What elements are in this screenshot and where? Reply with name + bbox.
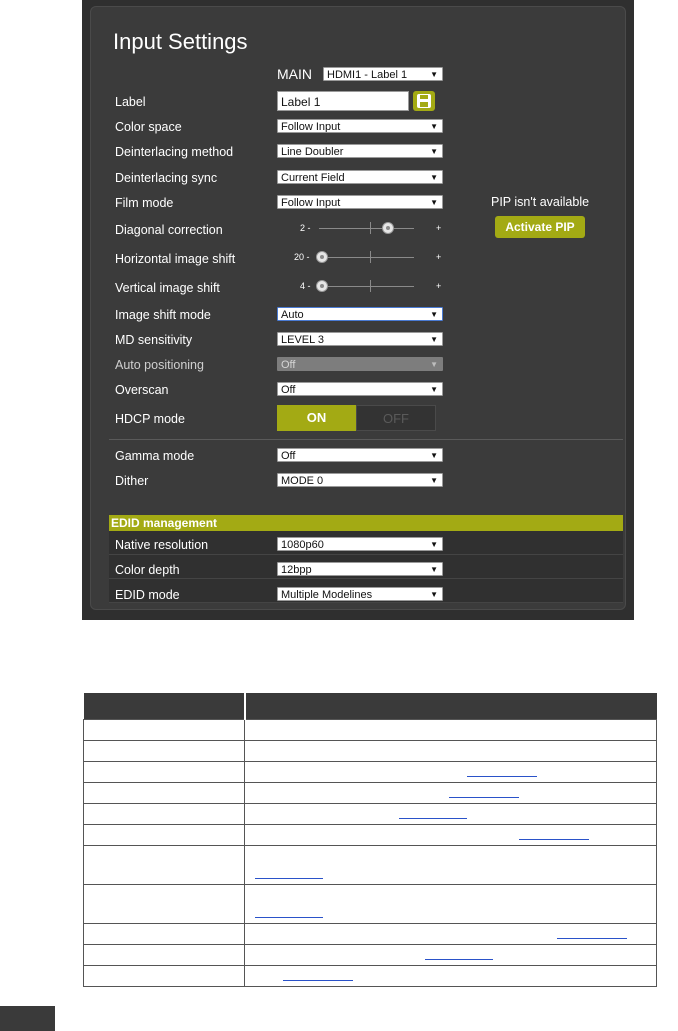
edid-management-header: EDID management	[109, 515, 623, 531]
chevron-down-icon: ▼	[430, 310, 438, 319]
table-row	[83, 761, 657, 783]
hdcp-off-toggle[interactable]: OFF	[356, 405, 436, 431]
label-input[interactable]: Label 1	[277, 91, 409, 111]
chevron-down-icon: ▼	[430, 335, 438, 344]
overscan-select[interactable]: Off ▼	[277, 382, 443, 396]
native-resolution-label: Native resolution	[115, 538, 209, 552]
vertical-image-shift-label: Vertical image shift	[115, 281, 220, 295]
chevron-down-icon: ▼	[430, 476, 438, 485]
section-link[interactable]	[399, 818, 467, 819]
horizontal-image-shift-track[interactable]	[319, 257, 414, 258]
chevron-down-icon: ▼	[430, 173, 438, 182]
table-header-cell	[244, 693, 657, 720]
image-shift-mode-select[interactable]: Auto ▼	[277, 307, 443, 321]
table-row	[83, 845, 657, 885]
section-link[interactable]	[449, 797, 519, 798]
table-header-row	[83, 693, 657, 720]
label-label: Label	[115, 95, 146, 109]
auto-positioning-select: Off ▼	[277, 357, 443, 371]
diagonal-correction-label: Diagonal correction	[115, 223, 223, 237]
chevron-down-icon: ▼	[430, 70, 438, 79]
film-mode-label: Film mode	[115, 196, 174, 210]
deinterlacing-sync-label: Deinterlacing sync	[115, 171, 218, 185]
deinterlacing-method-select[interactable]: Line Doubler ▼	[277, 144, 443, 158]
main-input-select[interactable]: HDMI1 - Label 1 ▼	[323, 67, 443, 81]
edid-mode-select[interactable]: Multiple Modelines ▼	[277, 587, 443, 601]
native-resolution-select[interactable]: 1080p60 ▼	[277, 537, 443, 551]
deinterlacing-method-label: Deinterlacing method	[115, 145, 234, 159]
color-depth-label: Color depth	[115, 563, 180, 577]
slider-plus-label: +	[436, 252, 442, 262]
section-link[interactable]	[425, 959, 493, 960]
slider-center-tick	[370, 222, 371, 234]
horizontal-image-shift-knob[interactable]	[316, 251, 328, 263]
chevron-down-icon: ▼	[430, 385, 438, 394]
image-shift-mode-label: Image shift mode	[115, 308, 211, 322]
table-row	[83, 944, 657, 966]
input-settings-frame: Input Settings MAIN HDMI1 - Label 1 ▼ Lab…	[90, 6, 626, 610]
section-link[interactable]	[467, 776, 537, 777]
table-row	[83, 782, 657, 804]
chevron-down-icon: ▼	[430, 540, 438, 549]
slider-plus-label: +	[436, 223, 442, 233]
diagonal-correction-value: 2 -	[300, 223, 311, 233]
slider-center-tick	[370, 280, 371, 292]
page-number-tab	[0, 1006, 55, 1031]
section-link[interactable]	[255, 878, 323, 879]
settings-description-table	[83, 693, 657, 987]
dither-label: Dither	[115, 474, 149, 488]
table-row	[83, 965, 657, 987]
section-link[interactable]	[255, 917, 323, 918]
slider-plus-label: +	[436, 281, 442, 291]
md-sensitivity-label: MD sensitivity	[115, 333, 193, 347]
section-divider	[109, 439, 623, 440]
chevron-down-icon: ▼	[430, 451, 438, 460]
table-row	[83, 923, 657, 945]
table-row	[83, 884, 657, 924]
chevron-down-icon: ▼	[430, 590, 438, 599]
edid-mode-label: EDID mode	[115, 588, 180, 602]
hdcp-on-toggle[interactable]: ON	[277, 405, 356, 431]
pip-status-text: PIP isn't available	[491, 195, 590, 209]
chevron-down-icon: ▼	[430, 147, 438, 156]
chevron-down-icon: ▼	[430, 360, 438, 369]
deinterlacing-sync-select[interactable]: Current Field ▼	[277, 170, 443, 184]
chevron-down-icon: ▼	[430, 122, 438, 131]
vertical-image-shift-track[interactable]	[319, 286, 414, 287]
section-link[interactable]	[519, 839, 589, 840]
diagonal-correction-knob[interactable]	[382, 222, 394, 234]
table-row	[83, 719, 657, 741]
diagonal-correction-track[interactable]	[319, 228, 414, 229]
page-title: Input Settings	[113, 29, 248, 54]
table-row	[83, 803, 657, 825]
color-space-select[interactable]: Follow Input ▼	[277, 119, 443, 133]
chevron-down-icon: ▼	[430, 198, 438, 207]
table-header-cell	[83, 693, 246, 720]
save-icon	[417, 94, 431, 108]
slider-center-tick	[370, 251, 371, 263]
horizontal-image-shift-label: Horizontal image shift	[115, 252, 236, 266]
horizontal-image-shift-value: 20 -	[294, 252, 310, 262]
auto-positioning-label: Auto positioning	[115, 358, 204, 372]
section-link[interactable]	[557, 938, 627, 939]
table-row	[83, 740, 657, 762]
md-sensitivity-select[interactable]: LEVEL 3 ▼	[277, 332, 443, 346]
vertical-image-shift-value: 4 -	[300, 281, 311, 291]
main-label: MAIN	[277, 66, 312, 82]
color-depth-select[interactable]: 12bpp ▼	[277, 562, 443, 576]
gamma-mode-label: Gamma mode	[115, 449, 195, 463]
section-link[interactable]	[283, 980, 353, 981]
dither-select[interactable]: MODE 0 ▼	[277, 473, 443, 487]
overscan-label: Overscan	[115, 383, 169, 397]
table-row	[83, 824, 657, 846]
chevron-down-icon: ▼	[430, 565, 438, 574]
input-settings-panel: Input Settings MAIN HDMI1 - Label 1 ▼ Lab…	[82, 0, 634, 620]
activate-pip-button[interactable]: Activate PIP	[495, 216, 585, 238]
film-mode-select[interactable]: Follow Input ▼	[277, 195, 443, 209]
color-space-label: Color space	[115, 120, 182, 134]
save-button[interactable]	[413, 91, 435, 111]
hdcp-mode-label: HDCP mode	[115, 412, 185, 426]
vertical-image-shift-knob[interactable]	[316, 280, 328, 292]
gamma-mode-select[interactable]: Off ▼	[277, 448, 443, 462]
